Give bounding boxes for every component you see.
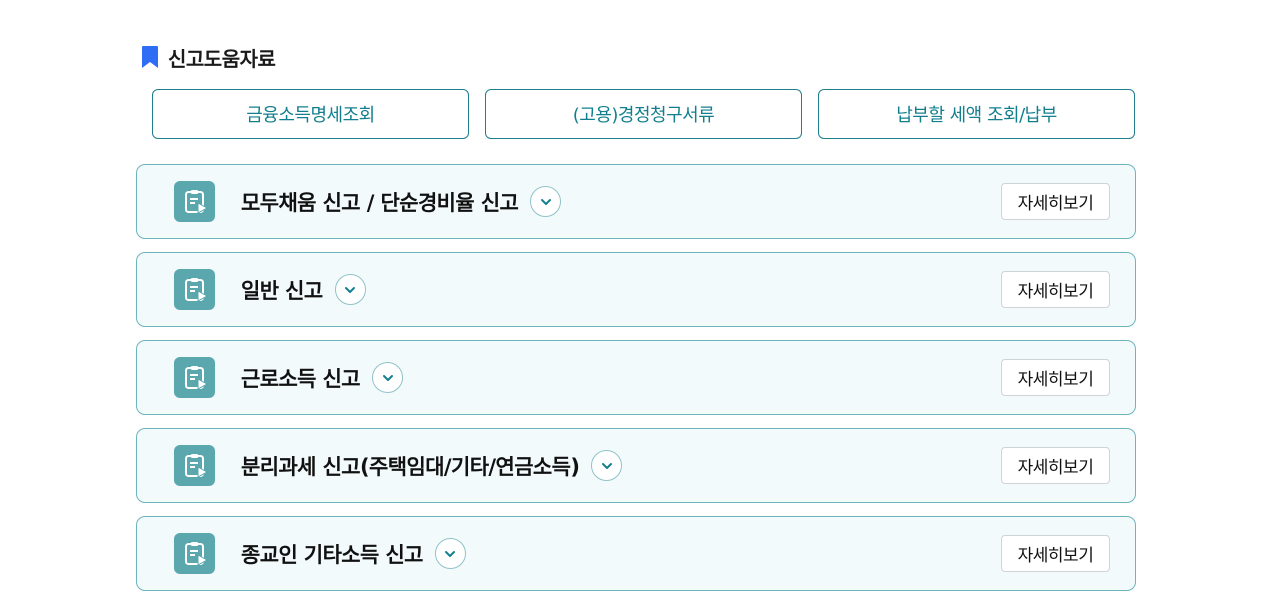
report-item-list: 모두채움 신고 / 단순경비율 신고 자세히보기 일반 신고 자세히보기 근로소… (136, 164, 1136, 604)
document-play-icon (174, 533, 215, 574)
expand-button[interactable] (591, 450, 623, 481)
section-header: 신고도움자료 (141, 44, 276, 71)
view-details-button[interactable]: 자세히보기 (1001, 183, 1110, 220)
chevron-down-icon (382, 374, 393, 381)
document-play-icon (174, 357, 215, 398)
financial-income-statement-button[interactable]: 금융소득명세조회 (152, 89, 469, 139)
document-play-icon (174, 181, 215, 222)
expand-button[interactable] (434, 538, 466, 569)
expand-button[interactable] (372, 362, 404, 393)
view-details-button[interactable]: 자세히보기 (1001, 447, 1110, 484)
expand-button[interactable] (334, 274, 366, 305)
quick-links: 금융소득명세조회 (고용)경정청구서류 납부할 세액 조회/납부 (152, 89, 1135, 139)
report-item: 종교인 기타소득 신고 자세히보기 (136, 516, 1136, 591)
chevron-down-icon (601, 462, 612, 469)
view-details-button[interactable]: 자세히보기 (1001, 535, 1110, 572)
chevron-down-icon (445, 550, 456, 557)
expand-button[interactable] (530, 186, 562, 217)
item-label: 모두채움 신고 / 단순경비율 신고 (241, 190, 519, 215)
item-label: 일반 신고 (241, 278, 323, 303)
report-item: 모두채움 신고 / 단순경비율 신고 자세히보기 (136, 164, 1136, 239)
section-title: 신고도움자료 (168, 46, 276, 71)
chevron-down-icon (345, 286, 356, 293)
item-label: 종교인 기타소득 신고 (241, 542, 424, 567)
report-item: 근로소득 신고 자세히보기 (136, 340, 1136, 415)
item-label: 분리과세 신고(주택임대/기타/연금소득) (241, 454, 580, 479)
item-label: 근로소득 신고 (241, 366, 361, 391)
view-details-button[interactable]: 자세히보기 (1001, 359, 1110, 396)
bookmark-icon (141, 45, 159, 69)
correction-claim-documents-button[interactable]: (고용)경정청구서류 (485, 89, 802, 139)
document-play-icon (174, 269, 215, 310)
report-item: 분리과세 신고(주택임대/기타/연금소득) 자세히보기 (136, 428, 1136, 503)
report-item: 일반 신고 자세히보기 (136, 252, 1136, 327)
document-play-icon (174, 445, 215, 486)
chevron-down-icon (540, 198, 551, 205)
tax-payment-lookup-button[interactable]: 납부할 세액 조회/납부 (818, 89, 1135, 139)
view-details-button[interactable]: 자세히보기 (1001, 271, 1110, 308)
